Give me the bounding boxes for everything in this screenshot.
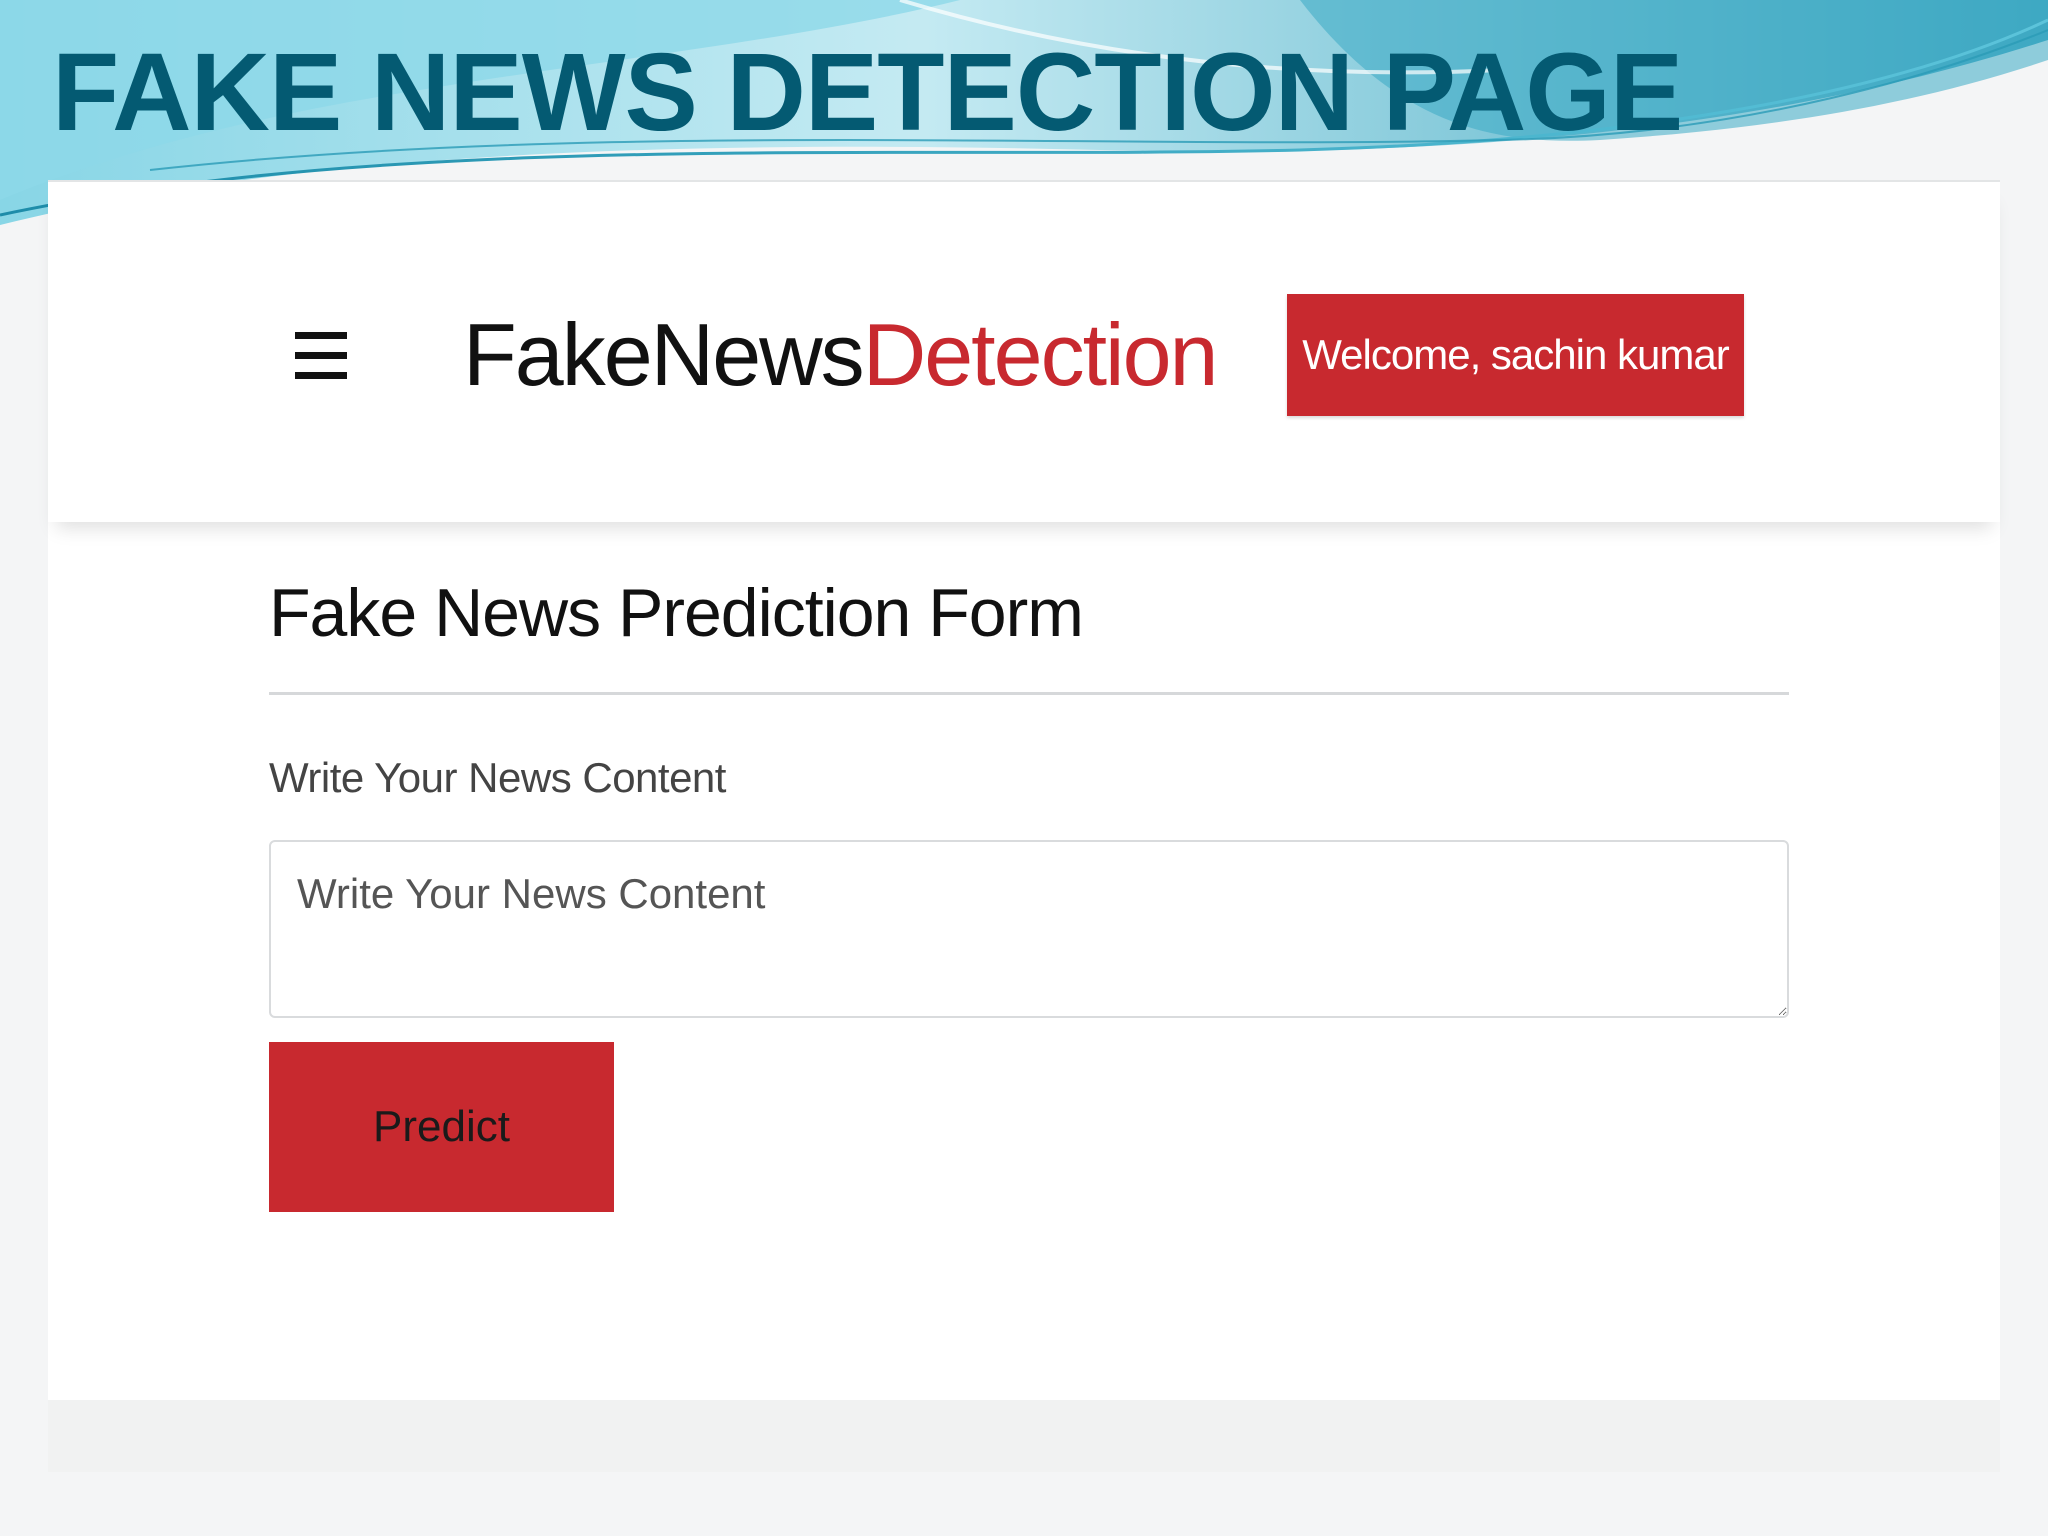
welcome-user-button[interactable]: Welcome, sachin kumar xyxy=(1287,294,1744,416)
predict-button[interactable]: Predict xyxy=(269,1042,614,1212)
news-content-label: Write Your News Content xyxy=(269,754,726,801)
news-content-input[interactable] xyxy=(269,840,1789,1018)
form-title: Fake News Prediction Form xyxy=(269,575,1084,651)
navbar: FakeNewsDetection Welcome, sachin kumar xyxy=(48,182,2000,522)
brand-logo[interactable]: FakeNewsDetection xyxy=(463,300,1219,410)
brand-name-part2: Detection xyxy=(862,305,1219,404)
form-divider xyxy=(269,692,1789,695)
footer xyxy=(48,1400,2000,1472)
slide-title: FAKE NEWS DETECTION PAGE xyxy=(52,31,1683,154)
hamburger-menu-icon[interactable] xyxy=(295,332,347,380)
app-screenshot: FakeNewsDetection Welcome, sachin kumar … xyxy=(48,180,2000,1472)
brand-name-part1: FakeNews xyxy=(463,305,865,404)
